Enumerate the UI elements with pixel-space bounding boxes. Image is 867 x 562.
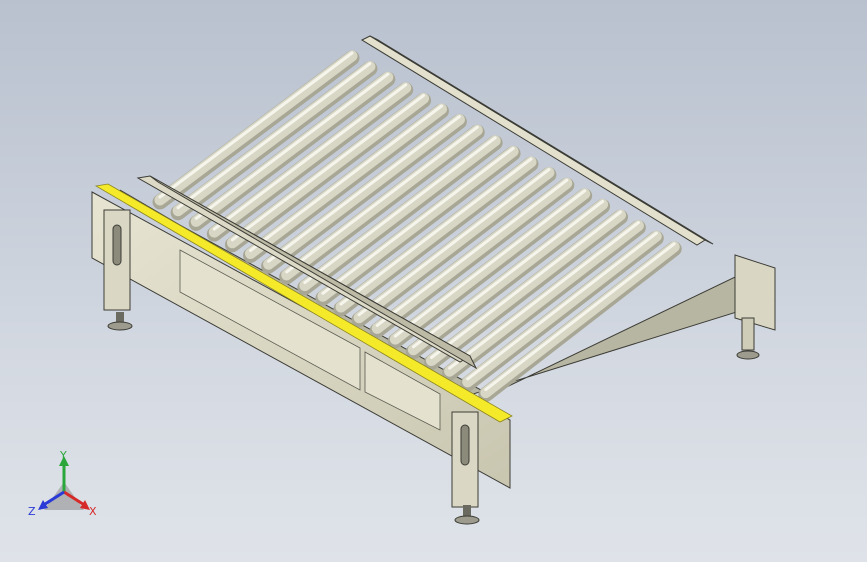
right-end-plate [734, 254, 776, 331]
triad-y-label: Y [59, 449, 67, 462]
cad-viewport[interactable]: Y X Z [0, 0, 867, 562]
right-front-leg [451, 411, 480, 525]
triad-x-label: X [89, 505, 97, 518]
left-front-leg [103, 209, 133, 331]
coordinate-triad: Y X Z [28, 449, 97, 518]
triad-z-label: Z [28, 505, 36, 518]
conveyor-model[interactable]: Y X Z [0, 0, 867, 562]
